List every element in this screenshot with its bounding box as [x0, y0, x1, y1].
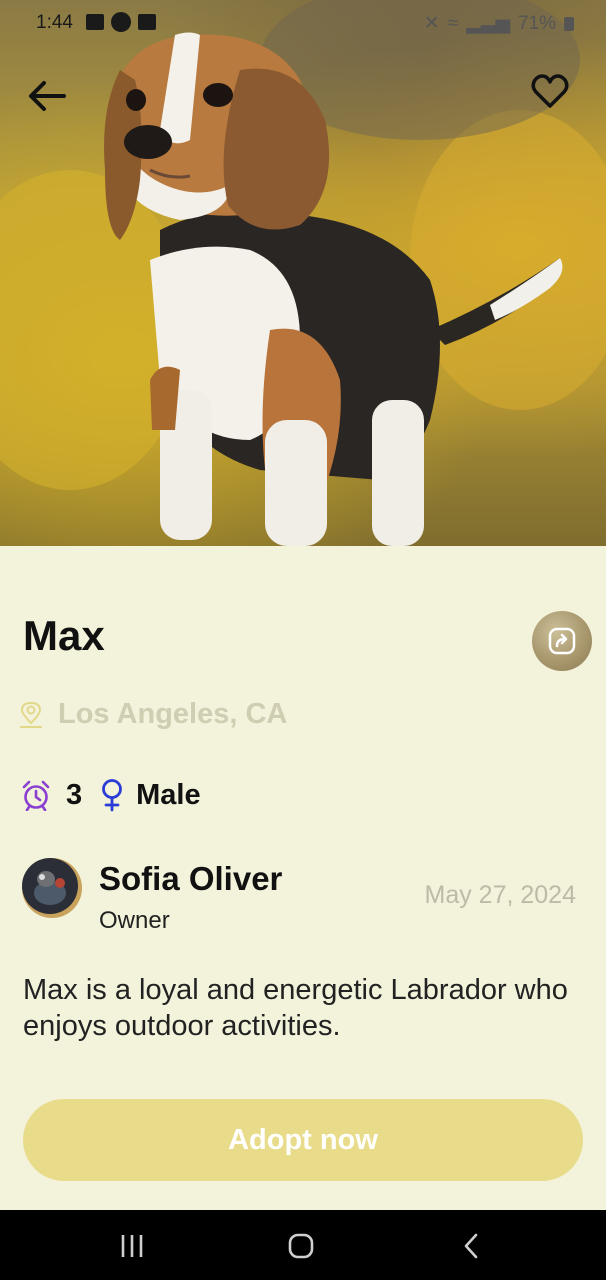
nav-back-icon[interactable]: [460, 1232, 484, 1260]
owner-role: Owner: [99, 907, 170, 934]
post-date: May 27, 2024: [424, 881, 577, 909]
location-label: Los Angeles, CA: [58, 698, 288, 730]
heart-icon: [531, 74, 569, 108]
system-navigation-bar: [0, 1210, 606, 1280]
female-symbol-icon: [102, 779, 123, 812]
pet-meta: 3 Male: [20, 778, 201, 812]
pet-description: Max is a loyal and energetic Labrador wh…: [23, 974, 568, 1042]
share-button[interactable]: [532, 611, 592, 671]
owner-avatar-image: [22, 858, 82, 918]
owner-avatar[interactable]: [20, 855, 82, 921]
battery-icon: [564, 16, 574, 31]
mute-icon: ✕: [423, 13, 440, 34]
back-button[interactable]: [26, 76, 68, 116]
location-pin-icon: [20, 701, 42, 728]
alarm-clock-icon: [22, 780, 50, 811]
owner-name: Sofia Oliver: [99, 860, 283, 897]
folder-icon: [138, 14, 156, 30]
home-icon[interactable]: [287, 1232, 315, 1260]
beagle-puppy-image: [0, 0, 606, 546]
pet-location: Los Angeles, CA: [18, 698, 287, 731]
back-arrow-icon: [29, 81, 66, 111]
status-bar: 1:44 ✕ ≈ ▂▃▅ 71%: [0, 0, 606, 46]
status-notification-icons: [86, 12, 156, 32]
status-system-icons: ✕ ≈ ▂▃▅ 71%: [424, 12, 574, 35]
signal-icon: ▂▃▅: [466, 13, 510, 34]
wifi-icon: ≈: [447, 12, 459, 34]
status-time: 1:44: [36, 12, 73, 33]
app-notification-icon: [111, 12, 131, 32]
share-icon: [548, 627, 576, 655]
pet-age: 3: [66, 778, 83, 811]
favorite-button[interactable]: [530, 72, 570, 112]
pet-photo: [0, 0, 606, 546]
pet-gender: Male: [136, 778, 201, 811]
recent-apps-icon[interactable]: [118, 1232, 146, 1260]
pet-name: Max: [23, 612, 105, 659]
gallery-icon: [86, 14, 104, 30]
battery-percent: 71%: [517, 12, 556, 34]
adopt-now-button[interactable]: Adopt now: [23, 1099, 583, 1181]
